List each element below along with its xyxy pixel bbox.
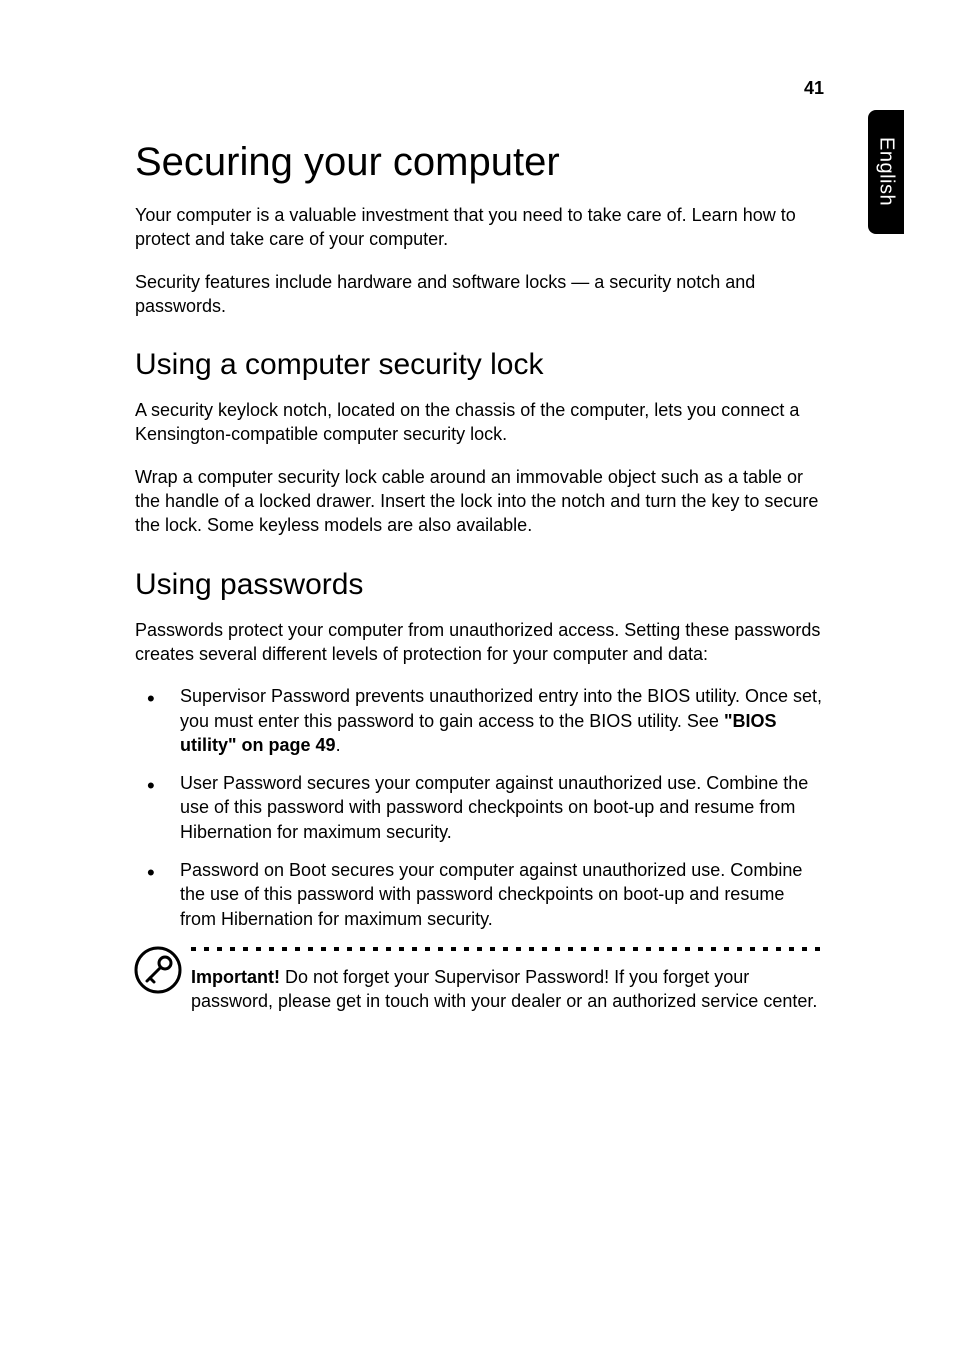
section-heading-security-lock: Using a computer security lock [135, 348, 824, 382]
important-callout: Important! Do not forget your Supervisor… [135, 945, 824, 1014]
key-icon [133, 945, 183, 995]
callout-content: Important! Do not forget your Supervisor… [191, 945, 824, 1014]
security-lock-paragraph-2: Wrap a computer security lock cable arou… [135, 465, 824, 538]
language-tab-label: English [875, 137, 898, 206]
security-lock-paragraph-1: A security keylock notch, located on the… [135, 398, 824, 447]
bullet-text: Password on Boot secures your computer a… [180, 860, 802, 929]
page-title: Securing your computer [135, 140, 824, 185]
dotted-divider [191, 947, 824, 951]
list-item: Password on Boot secures your computer a… [135, 858, 824, 931]
password-types-list: Supervisor Password prevents unauthorize… [135, 684, 824, 931]
list-item: User Password secures your computer agai… [135, 771, 824, 844]
intro-paragraph-2: Security features include hardware and s… [135, 270, 824, 319]
list-item: Supervisor Password prevents unauthorize… [135, 684, 824, 757]
important-label: Important! [191, 967, 280, 987]
page-number: 41 [804, 78, 824, 99]
intro-paragraph-1: Your computer is a valuable investment t… [135, 203, 824, 252]
bullet-text: User Password secures your computer agai… [180, 773, 808, 842]
section-heading-passwords: Using passwords [135, 568, 824, 602]
page-content: Securing your computer Your computer is … [0, 0, 954, 1014]
callout-body-text: Do not forget your Supervisor Password! … [191, 967, 817, 1011]
passwords-intro-paragraph: Passwords protect your computer from una… [135, 618, 824, 667]
language-tab: English [868, 110, 904, 234]
bullet-text-after-link: . [336, 735, 341, 755]
callout-text: Important! Do not forget your Supervisor… [191, 965, 824, 1014]
